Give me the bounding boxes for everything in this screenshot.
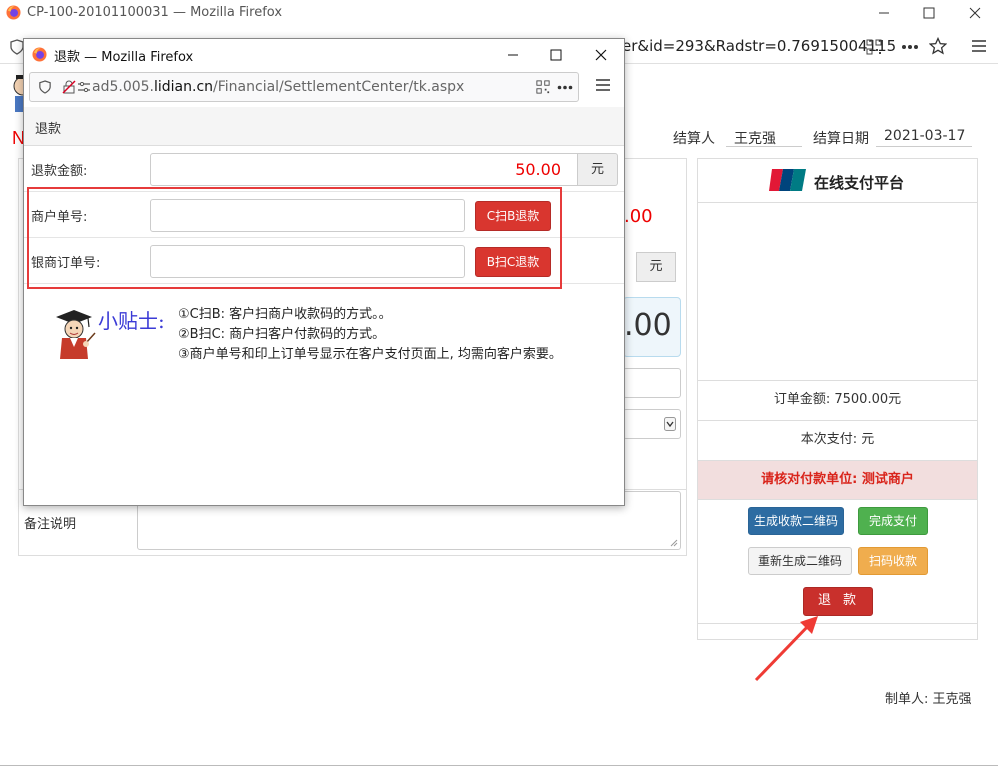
graduate-doctor-icon xyxy=(56,310,96,359)
tip-item: ③商户单号和印上订单号显示在客户支付页面上, 均需向客户索要。 xyxy=(178,347,562,362)
popup-url-bar[interactable]: ad5.005.lidian.cn/Financial/SettlementCe… xyxy=(29,72,579,102)
refund-amount-value: 50.00 xyxy=(515,160,561,179)
settler-name: 王克强 xyxy=(734,131,776,147)
tip-item: ②B扫C: 商户扫客户付款码的方式。 xyxy=(178,327,386,342)
qr-code-icon[interactable] xyxy=(866,39,882,55)
tip-item: ①C扫B: 客户扫商户收款码的方式。。 xyxy=(178,307,392,322)
red-arrow-icon xyxy=(754,616,818,682)
page-bottom-border xyxy=(0,765,998,766)
payment-divider xyxy=(698,499,977,500)
settle-date-value: 2021-03-17 xyxy=(884,128,966,144)
payment-platform-title: 在线支付平台 xyxy=(814,174,905,192)
close-icon[interactable] xyxy=(965,3,985,23)
minimize-icon[interactable] xyxy=(503,45,523,65)
bg-big-amount-cell: .00 xyxy=(623,297,681,357)
hamburger-menu-icon[interactable] xyxy=(596,79,610,91)
generate-qr-button[interactable]: 生成收款二维码 xyxy=(748,507,844,535)
bg-red-amount: .00 xyxy=(624,206,653,227)
order-amount-row: 订单金额: 7500.00元 xyxy=(698,380,977,420)
close-icon[interactable] xyxy=(591,45,611,65)
document-maker: 制单人: 王克强 xyxy=(885,692,972,707)
resize-handle-icon[interactable] xyxy=(670,539,678,547)
date-underline xyxy=(876,146,972,147)
complete-payment-button[interactable]: 完成支付 xyxy=(858,507,928,535)
minimize-icon[interactable] xyxy=(874,3,894,23)
hamburger-menu-icon[interactable] xyxy=(972,40,986,52)
online-payment-panel: 在线支付平台 订单金额: 7500.00元 本次支付: 元 请核对付款单位: 测… xyxy=(697,158,978,640)
maximize-icon[interactable] xyxy=(546,45,566,65)
more-actions-icon[interactable] xyxy=(557,85,573,90)
bg-text-input[interactable] xyxy=(623,368,681,398)
bg-yuan-addon: 元 xyxy=(636,252,676,282)
popup-titlebar: 退款 — Mozilla Firefox xyxy=(24,39,624,69)
firefox-icon xyxy=(32,47,47,62)
qr-code-icon[interactable] xyxy=(536,80,550,94)
refund-heading-text: 退款 xyxy=(35,122,62,137)
bookmark-star-icon[interactable] xyxy=(929,37,947,55)
regenerate-qr-button[interactable]: 重新生成二维码 xyxy=(748,547,852,575)
firefox-icon xyxy=(6,5,21,20)
refund-panel-heading: 退款 xyxy=(24,107,624,146)
bg-select[interactable] xyxy=(623,409,681,439)
refund-amount-label: 退款金额: xyxy=(31,164,88,179)
scan-collect-button[interactable]: 扫码收款 xyxy=(858,547,928,575)
shield-icon[interactable] xyxy=(10,39,24,55)
refund-form: 退款 退款金额: 50.00 元 商户单号: C扫B退款 银商订单号: B扫C退… xyxy=(24,107,624,505)
outer-url-tail[interactable]: er&id=293&Radstr=0.76915004115 xyxy=(622,37,896,55)
tips-list: ①C扫B: 客户扫商户收款码的方式。。 ②B扫C: 商户扫客户付款码的方式。 ③… xyxy=(178,305,562,365)
current-payment-row: 本次支付: 元 xyxy=(698,420,977,460)
insecure-lock-icon[interactable] xyxy=(62,80,76,94)
bg-big-amount: .00 xyxy=(624,308,672,343)
shield-icon[interactable] xyxy=(39,80,51,94)
payment-bottom-divider xyxy=(698,623,977,624)
unionpay-logo-icon xyxy=(769,169,806,191)
settler-underline xyxy=(726,146,802,147)
payment-panel-header: 在线支付平台 xyxy=(698,159,977,203)
refund-popup-window: 退款 — Mozilla Firefox ad5.005.lidian.cn/F… xyxy=(23,38,625,506)
annotation-highlight-box xyxy=(27,187,562,289)
verify-payer-notice: 请核对付款单位: 测试商户 xyxy=(698,460,977,500)
settler-label: 结算人 xyxy=(673,131,715,147)
more-actions-icon[interactable] xyxy=(901,44,919,50)
chevron-down-icon xyxy=(664,417,676,431)
refund-amount-row: 退款金额: 50.00 元 xyxy=(24,147,624,192)
tips-title: 小贴士: xyxy=(98,309,165,333)
settle-date-label: 结算日期 xyxy=(813,131,869,147)
refund-amount-unit: 元 xyxy=(578,153,618,186)
bg-amount-cell: .00 xyxy=(623,202,683,232)
outer-titlebar: CP-100-20101100031 — Mozilla Firefox xyxy=(0,0,998,26)
refund-amount-input[interactable]: 50.00 xyxy=(150,153,578,186)
maximize-icon[interactable] xyxy=(919,3,939,23)
popup-window-title: 退款 — Mozilla Firefox xyxy=(54,50,194,65)
remark-label: 备注说明 xyxy=(24,517,77,532)
outer-window-title: CP-100-20101100031 — Mozilla Firefox xyxy=(27,5,283,20)
permissions-icon[interactable] xyxy=(78,82,90,92)
popup-url-text[interactable]: ad5.005.lidian.cn/Financial/SettlementCe… xyxy=(92,79,464,95)
